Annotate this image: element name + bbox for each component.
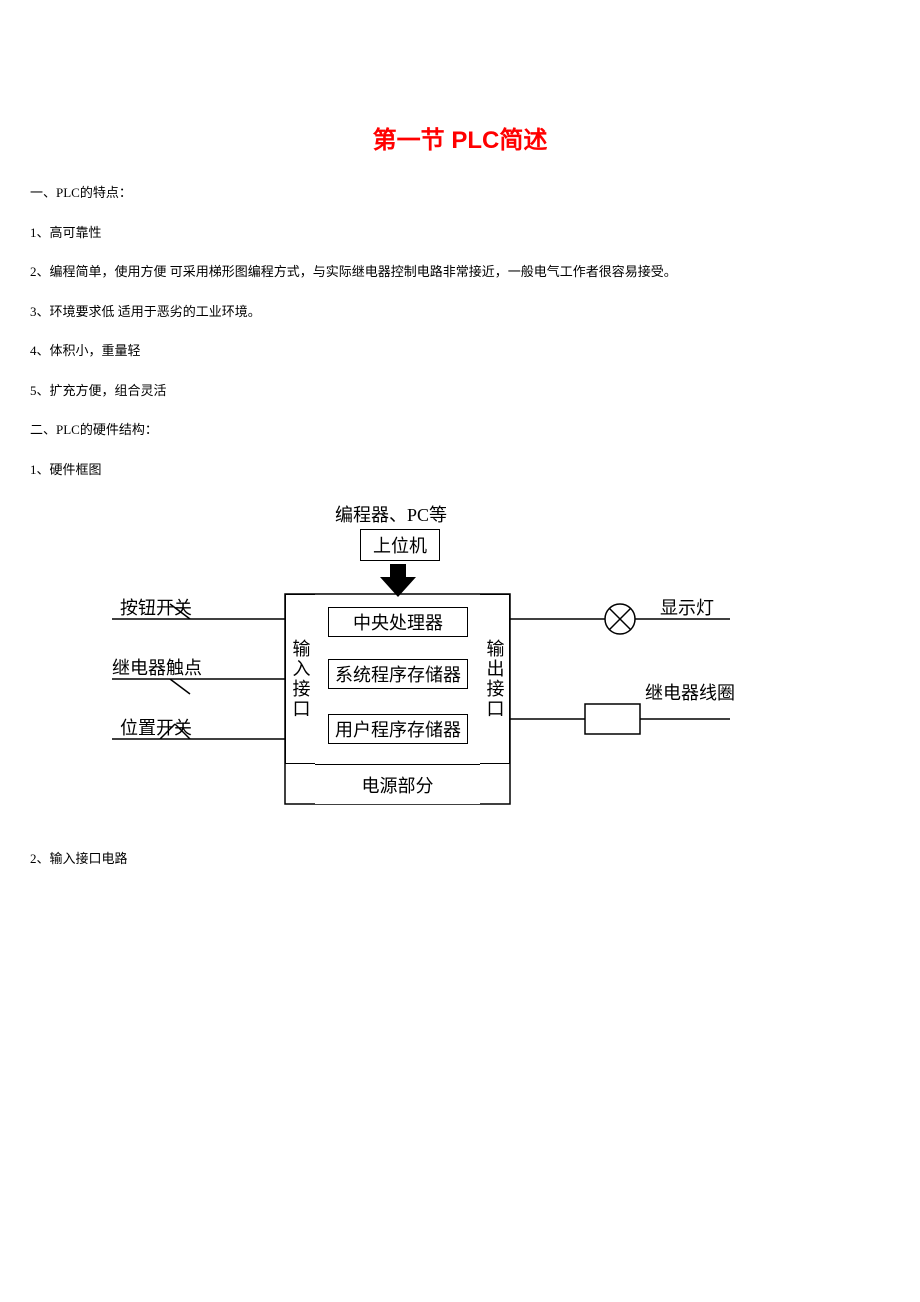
section1-item: 5、扩充方便，组合灵活 <box>30 381 890 401</box>
diagram-top-label: 编程器、PC等 <box>335 501 447 527</box>
page-title: 第一节 PLC简述 <box>30 120 890 155</box>
section2-item2: 2、输入接口电路 <box>30 849 890 869</box>
diagram-left-input-label: 继电器触点 <box>112 654 202 680</box>
diagram-center-box: 中央处理器 <box>328 607 468 637</box>
diagram-center-box: 用户程序存储器 <box>328 714 468 744</box>
hardware-block-diagram: 编程器、PC等 上位机 按钮开关 继电器触点 位置开关 输入接口 中央处理器 系… <box>90 499 790 819</box>
section1-item: 2、编程简单，使用方便 可采用梯形图编程方式，与实际继电器控制电路非常接近，一般… <box>30 262 890 282</box>
section2-heading: 二、PLC的硬件结构： <box>30 420 890 440</box>
diagram-center-box-text: 中央处理器 <box>353 609 443 635</box>
diagram-right-output-label: 显示灯 <box>660 594 714 620</box>
section1-item: 4、体积小，重量轻 <box>30 341 890 361</box>
diagram-bottom-box: 电源部分 <box>315 764 480 804</box>
diagram-center-box-text: 系统程序存储器 <box>335 661 461 687</box>
diagram-output-port-text: 输出接口 <box>482 639 508 719</box>
diagram-center-box: 系统程序存储器 <box>328 659 468 689</box>
section1-heading: 一、PLC的特点： <box>30 183 890 203</box>
section1-item: 1、高可靠性 <box>30 223 890 243</box>
diagram-top-box-text: 上位机 <box>373 532 427 558</box>
diagram-center-box-text: 用户程序存储器 <box>335 716 461 742</box>
diagram-left-input-label: 位置开关 <box>120 714 192 740</box>
section1-item: 3、环境要求低 适用于恶劣的工业环境。 <box>30 302 890 322</box>
diagram-right-output-label: 继电器线圈 <box>645 679 735 705</box>
diagram-bottom-box-text: 电源部分 <box>362 772 434 798</box>
diagram-output-port: 输出接口 <box>480 594 510 764</box>
diagram-input-port: 输入接口 <box>285 594 315 764</box>
diagram-top-box: 上位机 <box>360 529 440 561</box>
section2-item1: 1、硬件框图 <box>30 460 890 480</box>
diagram-input-port-text: 输入接口 <box>288 639 314 719</box>
diagram-left-input-label: 按钮开关 <box>120 594 192 620</box>
